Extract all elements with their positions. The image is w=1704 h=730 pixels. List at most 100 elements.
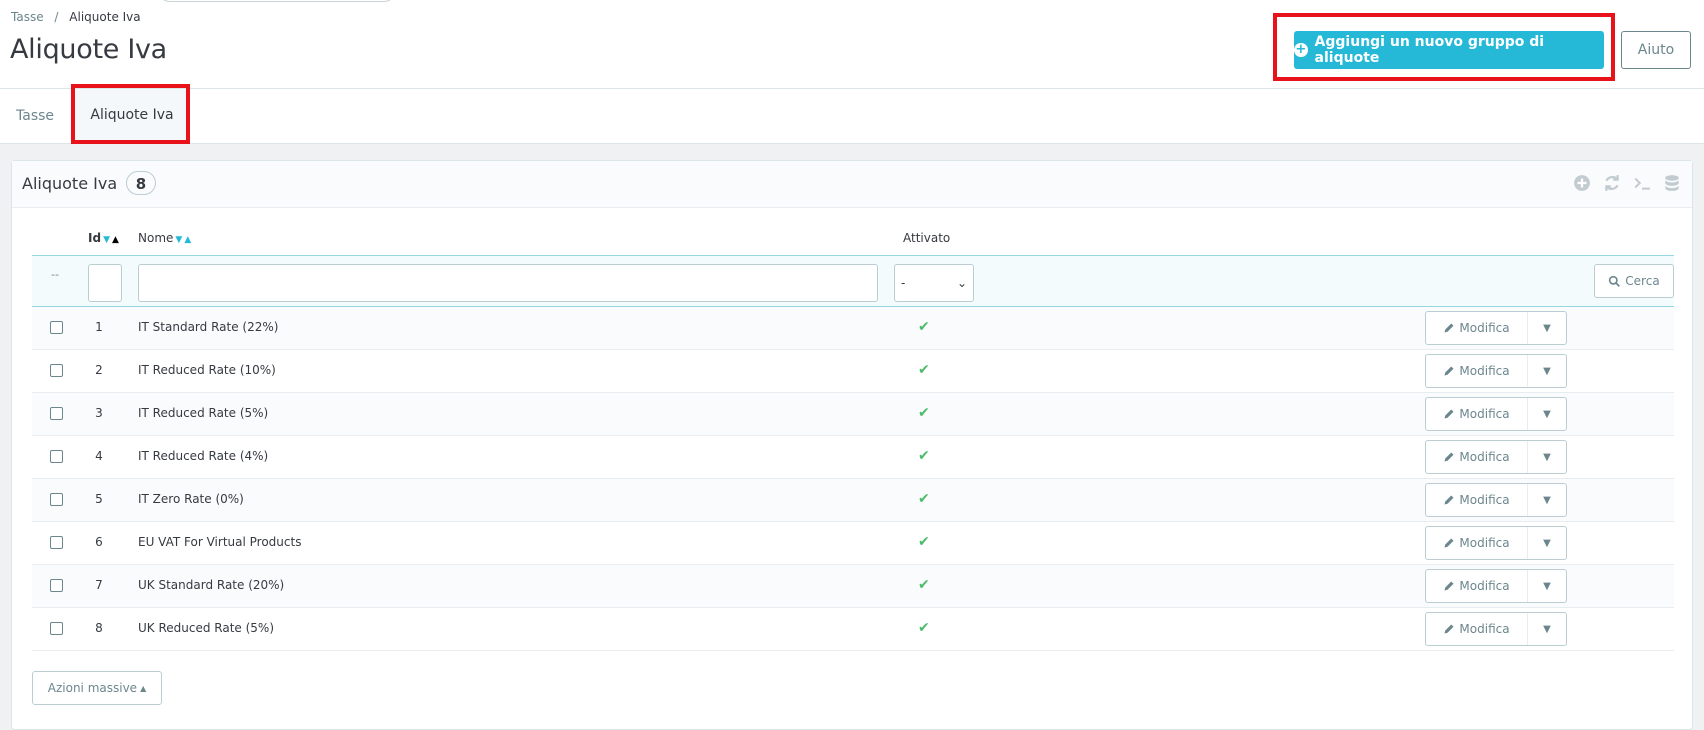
tab-aliquote-iva-label: Aliquote Iva (90, 106, 174, 123)
caret-down-icon[interactable]: ▼ (1528, 398, 1566, 430)
count-badge: 8 (126, 171, 156, 195)
row-id: 2 (95, 363, 103, 377)
check-icon[interactable]: ✔ (918, 491, 930, 507)
row-name[interactable]: IT Zero Rate (0%) (138, 492, 244, 506)
edit-button[interactable]: Modifica (1426, 312, 1528, 344)
filter-name-input[interactable] (138, 264, 878, 302)
edit-label: Modifica (1459, 493, 1510, 507)
header-id[interactable]: Id ▼ ▲ (88, 231, 119, 245)
search-bar-stub[interactable] (158, 0, 396, 2)
row-checkbox[interactable] (50, 493, 63, 506)
row-name[interactable]: IT Reduced Rate (10%) (138, 363, 276, 377)
edit-button[interactable]: Modifica (1426, 527, 1528, 559)
sort-desc-icon[interactable]: ▼ (103, 235, 110, 245)
check-icon[interactable]: ✔ (918, 319, 930, 335)
row-checkbox[interactable] (50, 622, 63, 635)
add-icon[interactable] (1572, 173, 1592, 193)
table-row: 1 IT Standard Rate (22%) ✔ Modifica ▼ (32, 307, 1674, 350)
search-button-label: Cerca (1625, 274, 1660, 288)
row-actions: Modifica ▼ (1425, 311, 1567, 345)
search-button[interactable]: Cerca (1594, 264, 1674, 298)
row-name[interactable]: UK Standard Rate (20%) (138, 578, 284, 592)
pencil-icon (1444, 538, 1454, 548)
row-actions: Modifica ▼ (1425, 612, 1567, 646)
table-row: 8 UK Reduced Rate (5%) ✔ Modifica ▼ (32, 608, 1674, 651)
check-icon[interactable]: ✔ (918, 362, 930, 378)
caret-down-icon[interactable]: ▼ (1528, 527, 1566, 559)
edit-button[interactable]: Modifica (1426, 441, 1528, 473)
caret-down-icon[interactable]: ▼ (1528, 355, 1566, 387)
refresh-icon[interactable] (1602, 173, 1622, 193)
edit-label: Modifica (1459, 579, 1510, 593)
tax-groups-panel: Aliquote Iva 8 Id ▼ ▲ Nome ▼ ▲ Attivato -- (11, 160, 1693, 730)
filter-active-select[interactable]: - ⌄ (894, 264, 974, 302)
panel-title: Aliquote Iva (22, 174, 118, 193)
edit-button[interactable]: Modifica (1426, 398, 1528, 430)
row-id: 5 (95, 492, 103, 506)
panel-header: Aliquote Iva 8 (12, 161, 1692, 208)
row-checkbox[interactable] (50, 450, 63, 463)
caret-down-icon[interactable]: ▼ (1528, 484, 1566, 516)
row-name[interactable]: UK Reduced Rate (5%) (138, 621, 274, 635)
header-name[interactable]: Nome ▼ ▲ (138, 231, 191, 245)
edit-label: Modifica (1459, 536, 1510, 550)
breadcrumb-separator: / (54, 10, 59, 24)
row-checkbox[interactable] (50, 579, 63, 592)
caret-down-icon[interactable]: ▼ (1528, 613, 1566, 645)
check-icon[interactable]: ✔ (918, 405, 930, 421)
row-checkbox[interactable] (50, 536, 63, 549)
tab-aliquote-iva[interactable]: Aliquote Iva (74, 89, 190, 143)
table-row: 6 EU VAT For Virtual Products ✔ Modifica… (32, 522, 1674, 565)
caret-down-icon[interactable]: ▼ (1528, 312, 1566, 344)
help-button[interactable]: Aiuto (1621, 31, 1691, 69)
row-name[interactable]: IT Standard Rate (22%) (138, 320, 278, 334)
add-tax-group-label: Aggiungi un nuovo gruppo di aliquote (1314, 34, 1545, 66)
edit-label: Modifica (1459, 321, 1510, 335)
row-checkbox[interactable] (50, 364, 63, 377)
edit-button[interactable]: Modifica (1426, 570, 1528, 602)
table-row: 2 IT Reduced Rate (10%) ✔ Modifica ▼ (32, 350, 1674, 393)
pencil-icon (1444, 366, 1454, 376)
edit-button[interactable]: Modifica (1426, 613, 1528, 645)
row-actions: Modifica ▼ (1425, 440, 1567, 474)
check-icon[interactable]: ✔ (918, 448, 930, 464)
bulk-actions-button[interactable]: Azioni massive ▲ (32, 671, 162, 705)
row-name[interactable]: IT Reduced Rate (4%) (138, 449, 268, 463)
pencil-icon (1444, 581, 1454, 591)
page-header: Tasse / Aliquote Iva Aliquote Iva + Aggi… (0, 0, 1704, 89)
add-tax-group-button[interactable]: + Aggiungi un nuovo gruppo di aliquote (1294, 31, 1604, 69)
table-body: 1 IT Standard Rate (22%) ✔ Modifica ▼ 2 … (32, 307, 1674, 651)
row-name[interactable]: IT Reduced Rate (5%) (138, 406, 268, 420)
check-icon[interactable]: ✔ (918, 577, 930, 593)
row-id: 6 (95, 535, 103, 549)
breadcrumb-link-tasse[interactable]: Tasse (11, 10, 44, 24)
row-id: 1 (95, 320, 103, 334)
database-icon[interactable] (1662, 173, 1682, 193)
help-label: Aiuto (1637, 42, 1675, 58)
sql-icon[interactable] (1632, 173, 1652, 193)
pencil-icon (1444, 624, 1454, 634)
row-checkbox[interactable] (50, 407, 63, 420)
pencil-icon (1444, 323, 1454, 333)
edit-button[interactable]: Modifica (1426, 484, 1528, 516)
sort-asc-icon[interactable]: ▲ (112, 235, 119, 245)
check-icon[interactable]: ✔ (918, 534, 930, 550)
row-actions: Modifica ▼ (1425, 397, 1567, 431)
caret-down-icon[interactable]: ▼ (1528, 441, 1566, 473)
breadcrumb-current: Aliquote Iva (69, 10, 141, 24)
row-actions: Modifica ▼ (1425, 483, 1567, 517)
tab-tasse[interactable]: Tasse (16, 89, 54, 143)
sort-desc-icon[interactable]: ▼ (175, 235, 182, 245)
edit-button[interactable]: Modifica (1426, 355, 1528, 387)
row-name[interactable]: EU VAT For Virtual Products (138, 535, 301, 549)
chevron-down-icon: ⌄ (956, 276, 967, 290)
row-id: 4 (95, 449, 103, 463)
edit-label: Modifica (1459, 364, 1510, 378)
caret-down-icon[interactable]: ▼ (1528, 570, 1566, 602)
row-id: 8 (95, 621, 103, 635)
filter-row: -- - ⌄ Cerca (32, 255, 1674, 307)
sort-asc-icon[interactable]: ▲ (184, 235, 191, 245)
check-icon[interactable]: ✔ (918, 620, 930, 636)
row-checkbox[interactable] (50, 321, 63, 334)
filter-id-input[interactable] (88, 264, 122, 302)
